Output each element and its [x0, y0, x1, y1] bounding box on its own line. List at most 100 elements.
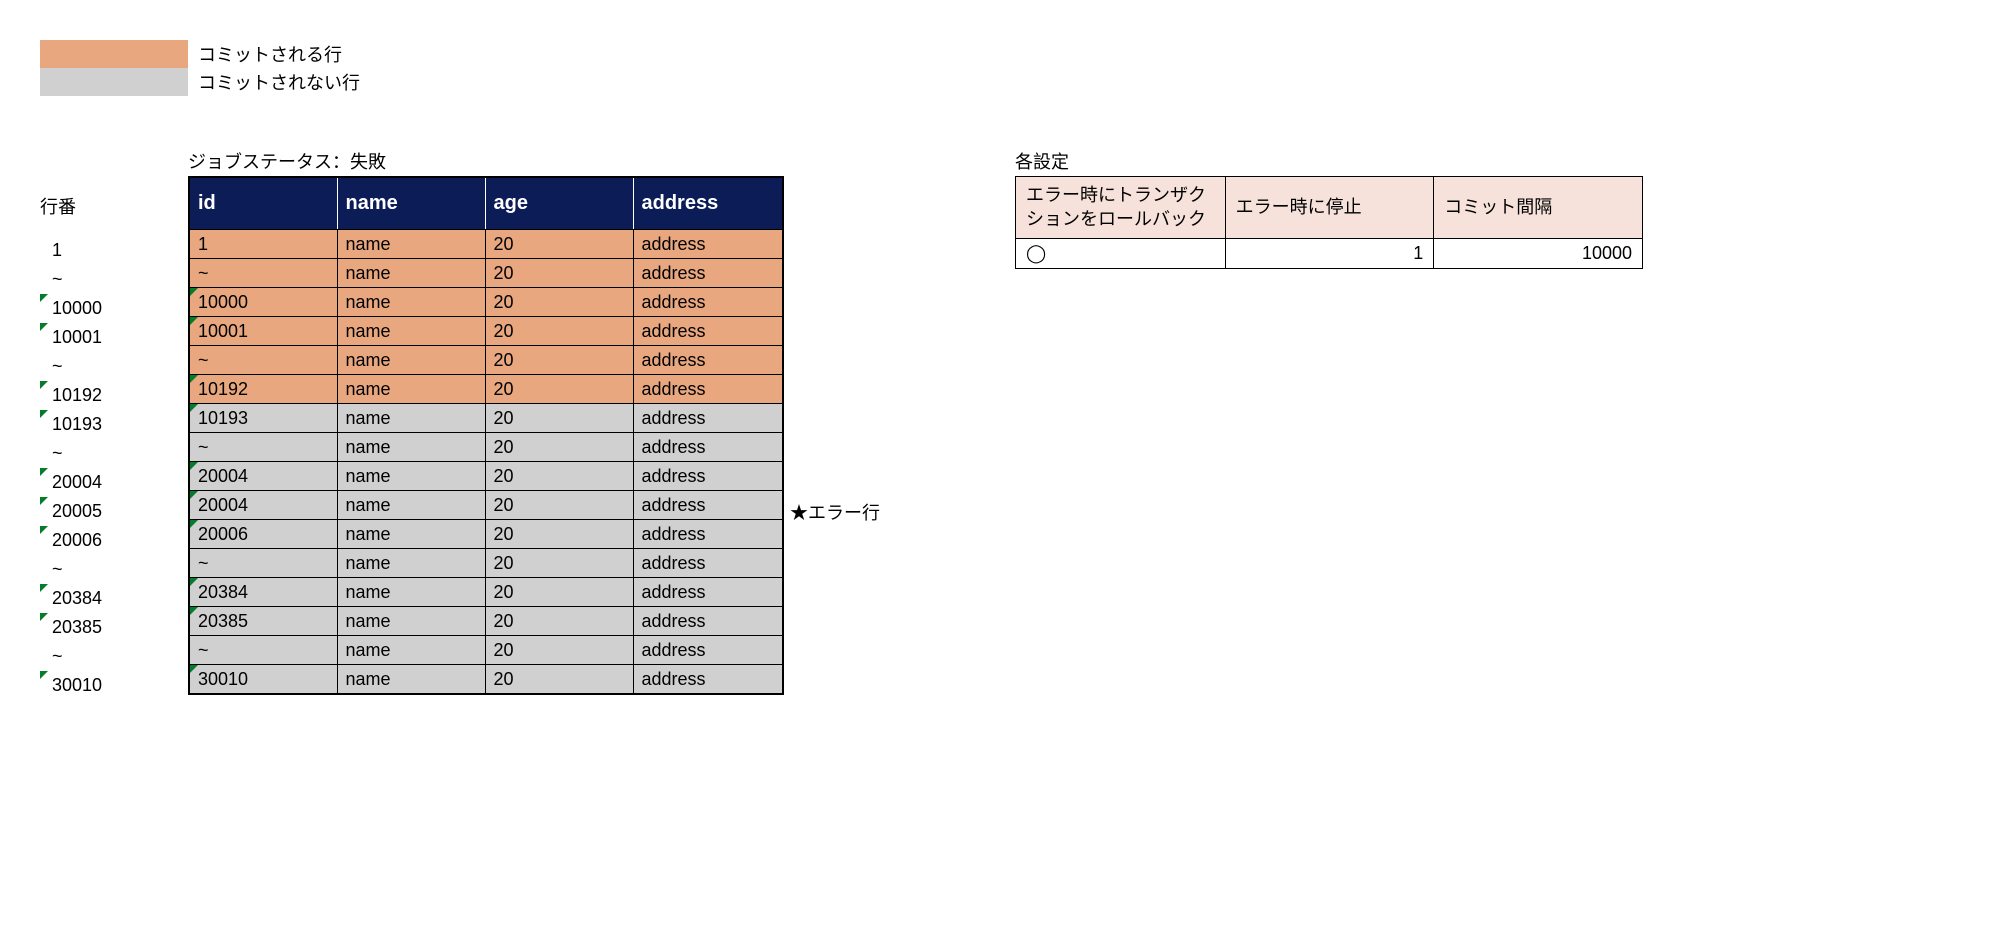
cell-address: address: [633, 462, 783, 491]
cell-age: 20: [485, 549, 633, 578]
cell-age: 20: [485, 317, 633, 346]
cell-address: address: [633, 317, 783, 346]
cell-address: address: [633, 607, 783, 636]
cell-name: name: [337, 491, 485, 520]
cell-address: address: [633, 375, 783, 404]
cell-name: name: [337, 433, 485, 462]
cell-address: address: [633, 230, 783, 259]
cell-name: name: [337, 665, 485, 694]
cell-id: 10001: [189, 317, 337, 346]
row-annotation: [790, 323, 910, 352]
cell-id: 20004: [189, 462, 337, 491]
cell-id: 20006: [189, 520, 337, 549]
row-annotation: [790, 613, 910, 642]
cell-id: 30010: [189, 665, 337, 694]
data-table-block: ジョブステータス：失敗 id name age address 1name20a…: [188, 146, 782, 695]
col-id: id: [189, 177, 337, 230]
cell-id: 1: [189, 230, 337, 259]
legend: コミットされる行 コミットされない行: [40, 40, 1960, 96]
cell-age: 20: [485, 288, 633, 317]
table-row: ~name20address: [189, 549, 783, 578]
table-row: 10192name20address: [189, 375, 783, 404]
cell-age: 20: [485, 665, 633, 694]
table-row: 10000name20address: [189, 288, 783, 317]
rowno-cell: 20385: [40, 613, 188, 642]
cell-age: 20: [485, 607, 633, 636]
cell-id: ~: [189, 636, 337, 665]
rowno-column: 行番 1~1000010001~1019210193~2000420005200…: [40, 146, 188, 700]
row-annotation: ★エラー行: [790, 497, 910, 526]
cell-age: 20: [485, 404, 633, 433]
cell-address: address: [633, 549, 783, 578]
row-annotation: [790, 265, 910, 294]
legend-committed: コミットされる行: [40, 40, 1960, 68]
rowno-header: 行番: [40, 176, 188, 236]
row-annotation: [790, 468, 910, 497]
cell-age: 20: [485, 346, 633, 375]
table-row: ~name20address: [189, 346, 783, 375]
settings-v1: ◯: [1016, 238, 1226, 268]
settings-v3: 10000: [1434, 238, 1643, 268]
rowno-cell: ~: [40, 265, 188, 294]
cell-age: 20: [485, 259, 633, 288]
cell-age: 20: [485, 636, 633, 665]
swatch-uncommitted: [40, 68, 188, 96]
settings-h1: エラー時にトランザクションをロールバック: [1016, 177, 1226, 239]
settings-table: エラー時にトランザクションをロールバック エラー時に停止 コミット間隔 ◯ 1 …: [1015, 176, 1643, 269]
cell-age: 20: [485, 578, 633, 607]
cell-id: 10192: [189, 375, 337, 404]
table-row: 20004name20address: [189, 462, 783, 491]
cell-id: 20385: [189, 607, 337, 636]
cell-age: 20: [485, 520, 633, 549]
table-row: 20006name20address: [189, 520, 783, 549]
cell-age: 20: [485, 230, 633, 259]
rowno-cell: 20004: [40, 468, 188, 497]
cell-name: name: [337, 607, 485, 636]
cell-age: 20: [485, 375, 633, 404]
cell-age: 20: [485, 462, 633, 491]
cell-address: address: [633, 288, 783, 317]
col-address: address: [633, 177, 783, 230]
cell-age: 20: [485, 433, 633, 462]
cell-address: address: [633, 491, 783, 520]
rowno-cell: 10000: [40, 294, 188, 323]
table-title: ジョブステータス：失敗: [188, 146, 782, 176]
table-row: 1name20address: [189, 230, 783, 259]
cell-name: name: [337, 520, 485, 549]
cell-name: name: [337, 375, 485, 404]
rowno-cell: ~: [40, 555, 188, 584]
rowno-cell: ~: [40, 642, 188, 671]
rowno-cell: ~: [40, 439, 188, 468]
cell-address: address: [633, 665, 783, 694]
cell-name: name: [337, 317, 485, 346]
cell-age: 20: [485, 491, 633, 520]
cell-id: ~: [189, 433, 337, 462]
rowno-cell: 10192: [40, 381, 188, 410]
rowno-cell: 20006: [40, 526, 188, 555]
settings-title: 各設定: [1015, 146, 1643, 176]
rowno-cell: 10193: [40, 410, 188, 439]
col-age: age: [485, 177, 633, 230]
table-row: 30010name20address: [189, 665, 783, 694]
rowno-cell: 30010: [40, 671, 188, 700]
settings-block: 各設定 エラー時にトランザクションをロールバック エラー時に停止 コミット間隔 …: [1015, 146, 1643, 269]
rowno-cell: 10001: [40, 323, 188, 352]
legend-uncommitted-label: コミットされない行: [198, 69, 360, 95]
cell-address: address: [633, 520, 783, 549]
cell-id: 20004: [189, 491, 337, 520]
col-name: name: [337, 177, 485, 230]
rowno-cell: 1: [40, 236, 188, 265]
cell-name: name: [337, 404, 485, 433]
table-row: ~name20address: [189, 433, 783, 462]
row-annotation: [790, 555, 910, 584]
row-annotation: [790, 352, 910, 381]
legend-uncommitted: コミットされない行: [40, 68, 1960, 96]
cell-id: ~: [189, 346, 337, 375]
row-annotation: [790, 381, 910, 410]
row-annotation: [790, 671, 910, 700]
annotation-column: ★エラー行: [790, 146, 910, 700]
cell-id: ~: [189, 259, 337, 288]
row-annotation: [790, 236, 910, 265]
row-annotation: [790, 642, 910, 671]
legend-committed-label: コミットされる行: [198, 41, 342, 67]
